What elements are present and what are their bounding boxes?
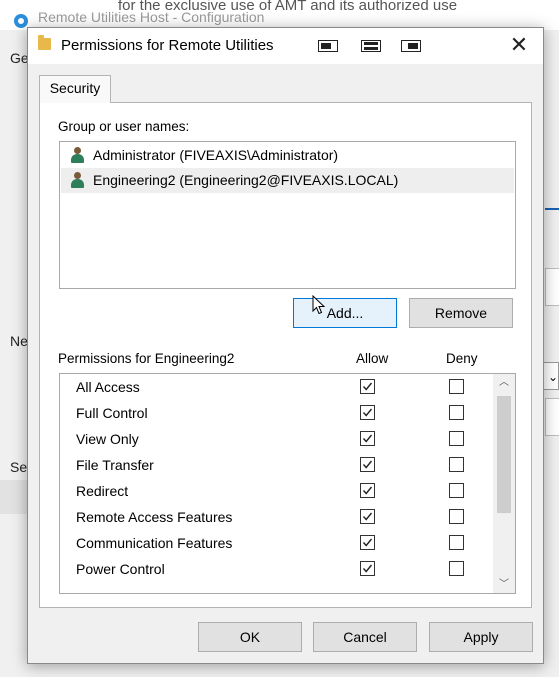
chevron-down-icon[interactable]: ﹀ (493, 576, 515, 593)
folder-icon (38, 35, 51, 50)
allow-checkbox[interactable] (360, 535, 375, 550)
background-right-box (545, 268, 559, 306)
window-snap-center-icon[interactable] (361, 40, 381, 52)
group-or-user-names-label: Group or user names: (58, 119, 190, 134)
dialog-titlebar[interactable]: Permissions for Remote Utilities ✕ (28, 28, 543, 64)
permission-row: Remote Access Features (60, 505, 490, 531)
user-name: Engineering2 (Engineering2@FIVEAXIS.LOCA… (93, 172, 399, 188)
permission-name: Remote Access Features (76, 509, 233, 525)
chevron-down-icon: ⌄ (548, 370, 559, 384)
allow-checkbox[interactable] (360, 431, 375, 446)
background-label-security: Se (10, 459, 28, 475)
user-list[interactable]: Administrator (FIVEAXIS\Administrator) E… (59, 141, 516, 289)
permission-row: Power Control (60, 557, 490, 583)
cancel-button[interactable]: Cancel (313, 622, 417, 652)
allow-column-header: Allow (356, 351, 389, 366)
user-list-item-engineering2[interactable]: Engineering2 (Engineering2@FIVEAXIS.LOCA… (61, 168, 514, 193)
permission-name: Full Control (76, 405, 148, 421)
user-icon (69, 172, 85, 189)
close-icon[interactable]: ✕ (507, 33, 531, 57)
permission-name: Power Control (76, 561, 165, 577)
permissions-dialog: Permissions for Remote Utilities ✕ Secur… (27, 27, 544, 664)
deny-checkbox[interactable] (449, 509, 464, 524)
deny-checkbox[interactable] (449, 535, 464, 550)
user-name: Administrator (FIVEAXIS\Administrator) (93, 147, 339, 163)
allow-checkbox[interactable] (360, 457, 375, 472)
window-snap-left-icon[interactable] (318, 40, 338, 52)
permission-row: Communication Features (60, 531, 490, 557)
deny-checkbox[interactable] (449, 431, 464, 446)
background-label-network: Ne (10, 333, 28, 349)
allow-checkbox[interactable] (360, 379, 375, 394)
allow-checkbox[interactable] (360, 405, 375, 420)
window-snap-right-icon[interactable] (401, 40, 421, 52)
permission-row: File Transfer (60, 453, 490, 479)
allow-checkbox[interactable] (360, 509, 375, 524)
allow-checkbox[interactable] (360, 483, 375, 498)
security-tab-panel: Group or user names: Administrator (FIVE… (39, 102, 532, 608)
background-right-line (545, 208, 559, 210)
permission-name: View Only (76, 431, 139, 447)
permissions-list[interactable]: Power Control Communication Features Remot… (59, 373, 516, 594)
remove-button[interactable]: Remove (409, 298, 513, 328)
background-left-panel (0, 480, 28, 514)
permission-name: File Transfer (76, 457, 154, 473)
permission-row: Redirect (60, 479, 490, 505)
deny-checkbox[interactable] (449, 379, 464, 394)
permission-name: All Access (76, 379, 140, 395)
user-icon (69, 147, 85, 164)
deny-checkbox[interactable] (449, 457, 464, 472)
permission-row: All Access (60, 375, 490, 401)
background-label-general: Ge (10, 50, 29, 66)
deny-column-header: Deny (446, 351, 478, 366)
deny-checkbox[interactable] (449, 561, 464, 576)
background-dropdown: ⌄ (543, 362, 559, 390)
add-button[interactable]: Add... (293, 298, 397, 328)
permission-name: Communication Features (76, 535, 233, 551)
scrollbar-thumb[interactable] (497, 396, 511, 513)
user-list-item-administrator[interactable]: Administrator (FIVEAXIS\Administrator) (61, 143, 514, 168)
permissions-scrollbar[interactable]: ︿ ﹀ (493, 374, 515, 593)
permission-row: Full Control (60, 401, 490, 427)
background-top-text: for the exclusive use of AMT and its aut… (118, 0, 458, 14)
ok-button[interactable]: OK (198, 622, 302, 652)
app-icon (14, 14, 28, 28)
mouse-pointer-icon (312, 295, 326, 315)
apply-button[interactable]: Apply (429, 622, 533, 652)
chevron-up-icon[interactable]: ︿ (493, 374, 515, 391)
permission-row: View Only (60, 427, 490, 453)
tab-security[interactable]: Security (39, 75, 111, 103)
background-right-box-lower (545, 398, 559, 436)
permission-name: Redirect (76, 483, 129, 499)
allow-checkbox[interactable] (360, 561, 375, 576)
dialog-title: Permissions for Remote Utilities (61, 37, 274, 54)
deny-checkbox[interactable] (449, 405, 464, 420)
permissions-label: Permissions for Engineering2 (58, 351, 235, 366)
deny-checkbox[interactable] (449, 483, 464, 498)
